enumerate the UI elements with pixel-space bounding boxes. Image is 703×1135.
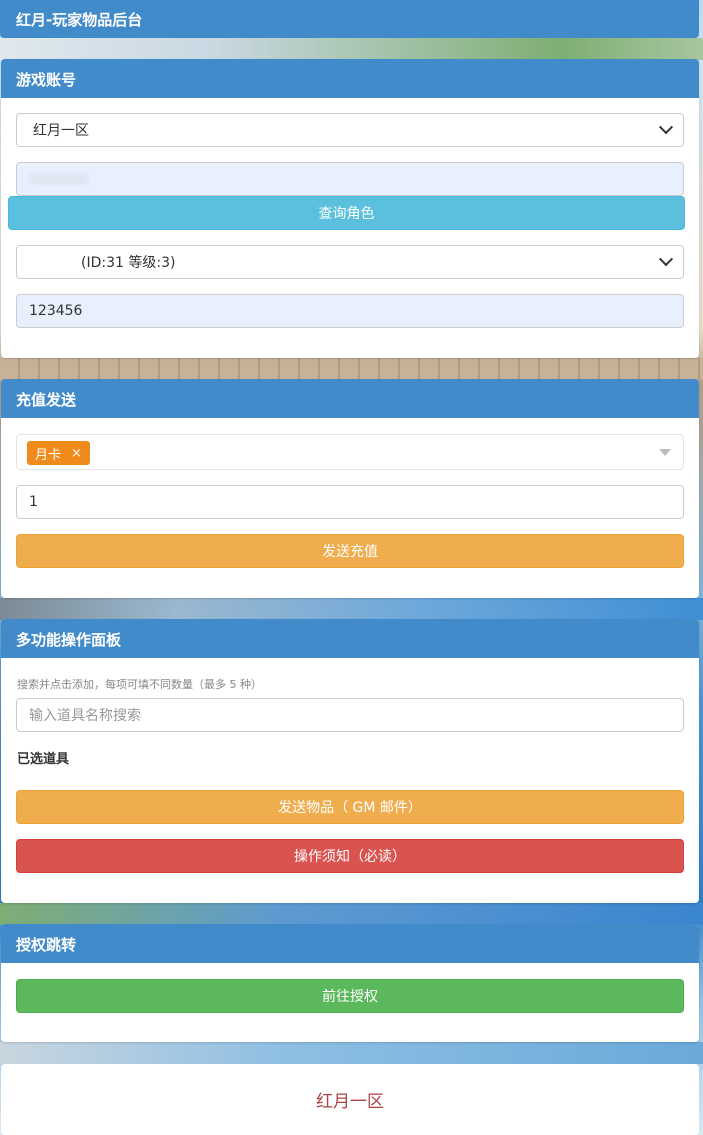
item-search-placeholder: 输入道具名称搜索	[29, 708, 141, 724]
panel-title: 多功能操作面板	[1, 619, 699, 658]
send-recharge-button[interactable]: 发送充值	[16, 534, 684, 568]
password-input[interactable]: 123456	[16, 294, 684, 328]
account-panel: 游戏账号 红月一区 查询角色 (ID:31 等级:3) 123456	[1, 59, 699, 358]
quantity-input[interactable]: 1	[16, 485, 684, 519]
send-items-button[interactable]: 发送物品（ GM 邮件）	[16, 790, 684, 824]
background-scenery	[0, 1042, 703, 1064]
app-title-bar: 红月-玩家物品后台	[0, 0, 699, 38]
go-authorize-button[interactable]: 前往授权	[16, 979, 684, 1013]
server-select[interactable]: 红月一区	[16, 113, 684, 147]
auth-panel: 授权跳转 前往授权	[1, 924, 699, 1042]
tag-label: 月卡	[35, 447, 62, 463]
background-scenery	[0, 903, 703, 925]
background-scenery	[0, 38, 703, 60]
quantity-input-value: 1	[29, 494, 38, 510]
role-select[interactable]: (ID:31 等级:3)	[16, 245, 684, 279]
search-hint: 搜索并点击添加，每项可填不同数量（最多 5 种）	[17, 678, 262, 691]
multi-function-panel: 多功能操作面板 搜索并点击添加，每项可填不同数量（最多 5 种） 输入道具名称搜…	[1, 619, 699, 903]
footer-card: 红月一区	[1, 1064, 699, 1135]
tag-remove-icon[interactable]: ×	[71, 446, 82, 461]
selected-tag: 月卡 ×	[27, 441, 90, 465]
account-input[interactable]	[16, 162, 684, 196]
background-scenery	[0, 598, 703, 620]
background-scenery	[0, 358, 703, 380]
panel-title: 授权跳转	[1, 924, 699, 963]
recharge-type-multiselect[interactable]: 月卡 ×	[16, 434, 684, 470]
item-search-input[interactable]: 输入道具名称搜索	[16, 698, 684, 732]
app-title: 红月-玩家物品后台	[16, 11, 143, 29]
caret-down-icon	[659, 449, 671, 456]
recharge-panel: 充值发送 月卡 × 1 发送充值	[1, 379, 699, 598]
panel-title: 充值发送	[1, 379, 699, 418]
server-select-value: 红月一区	[33, 123, 89, 139]
password-input-value: 123456	[29, 303, 83, 319]
selected-items-label: 已选道具	[17, 752, 70, 767]
redacted-account-text	[29, 173, 89, 185]
footer-server-name: 红月一区	[316, 1092, 384, 1112]
panel-title: 游戏账号	[1, 59, 699, 98]
chevron-down-icon	[658, 120, 674, 135]
role-select-value: (ID:31 等级:3)	[81, 255, 176, 271]
notice-button[interactable]: 操作须知（必读）	[16, 839, 684, 873]
query-role-button[interactable]: 查询角色	[8, 196, 685, 230]
chevron-down-icon	[658, 252, 674, 267]
